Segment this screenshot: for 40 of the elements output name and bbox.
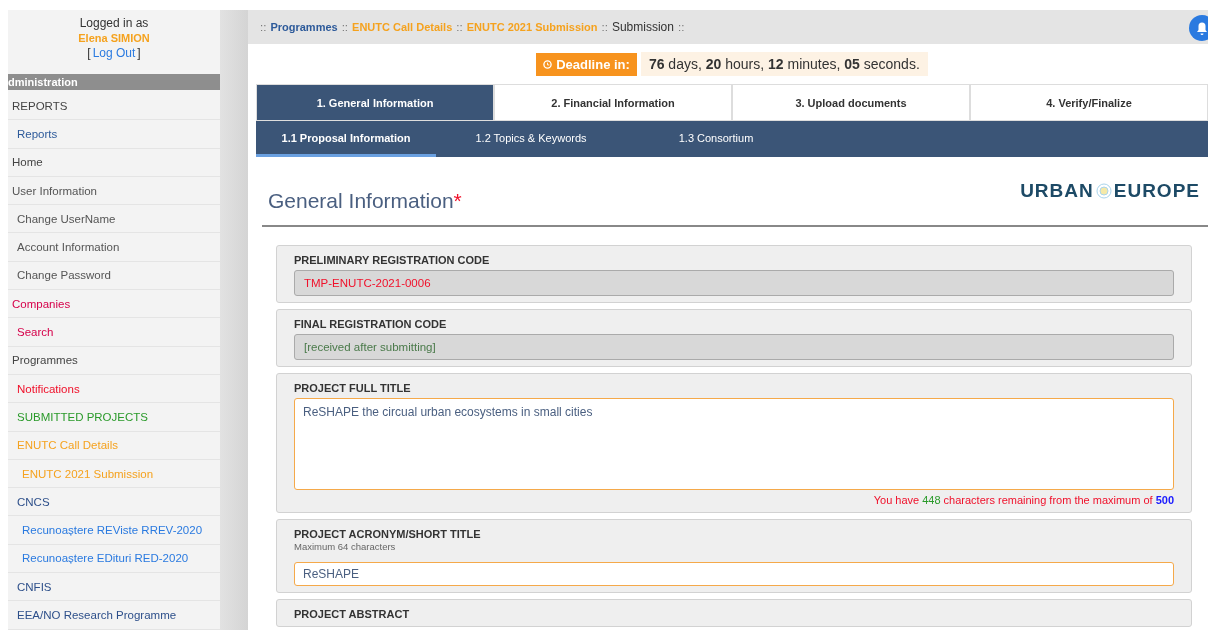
field-label: PROJECT ACRONYM/SHORT TITLE: [294, 528, 482, 540]
logout-link[interactable]: Log Out: [92, 46, 136, 60]
counter-max: 500: [1155, 494, 1174, 506]
breadcrumb-separator: ::: [341, 21, 349, 33]
breadcrumb-separator: ::: [260, 21, 267, 33]
field-label: PROJECT ABSTRACT: [294, 608, 411, 620]
counter-remaining: 448: [922, 494, 941, 506]
step-tab[interactable]: 3. Upload documents: [732, 84, 970, 121]
logo-text: EUROPE: [1113, 180, 1200, 202]
breadcrumb-separator: ::: [601, 21, 608, 33]
field-label: PROJECT FULL TITLE: [294, 382, 412, 394]
counter-text: characters remaining from the maximum of: [943, 494, 1153, 506]
bracket: [: [87, 46, 91, 60]
breadcrumb-separator: ::: [677, 21, 685, 33]
user-name: Elena SIMION: [78, 32, 150, 44]
title-textarea[interactable]: ReSHAPE the circual urban ecosystems in small cities: [294, 398, 1174, 490]
logo-text: URBAN: [1020, 180, 1094, 202]
bracket: ]: [137, 46, 141, 60]
logged-in-label: Logged in as: [79, 16, 149, 30]
section-header: dministration: [8, 74, 220, 90]
subtab[interactable]: 1.3 Consortium: [626, 121, 806, 157]
field-label: FINAL REGISTRATION CODE: [294, 318, 448, 330]
step-tab[interactable]: 1. General Information: [256, 84, 494, 121]
breadcrumb-separator: ::: [456, 21, 463, 33]
deadline-badge: Deadline in:: [536, 52, 637, 76]
bell-icon[interactable]: [1188, 14, 1208, 42]
readonly-field[interactable]: [received after submitting]: [294, 334, 1174, 360]
input-field[interactable]: ReSHAPE: [294, 562, 1174, 586]
subtab[interactable]: 1.1 Proposal Information: [256, 121, 436, 157]
subtab[interactable]: 1.2 Topics & Keywords: [436, 121, 626, 157]
breadcrumb-link[interactable]: Submission: [611, 20, 674, 34]
field-hint: Maximum 64 characters: [294, 541, 397, 552]
page-heading: General Information*: [268, 189, 462, 213]
clock-icon: [543, 59, 553, 69]
step-tab[interactable]: 2. Financial Information: [494, 84, 732, 121]
field-label: PRELIMINARY REGISTRATION CODE: [294, 254, 491, 266]
step-tab[interactable]: 4. Verify/Finalize: [970, 84, 1208, 121]
deadline-countdown: 76 days, 20 hours, 12 minutes, 05 seconds.: [640, 52, 928, 76]
counter-text: You have: [873, 494, 920, 506]
breadcrumb-link[interactable]: Programmes: [270, 21, 338, 33]
